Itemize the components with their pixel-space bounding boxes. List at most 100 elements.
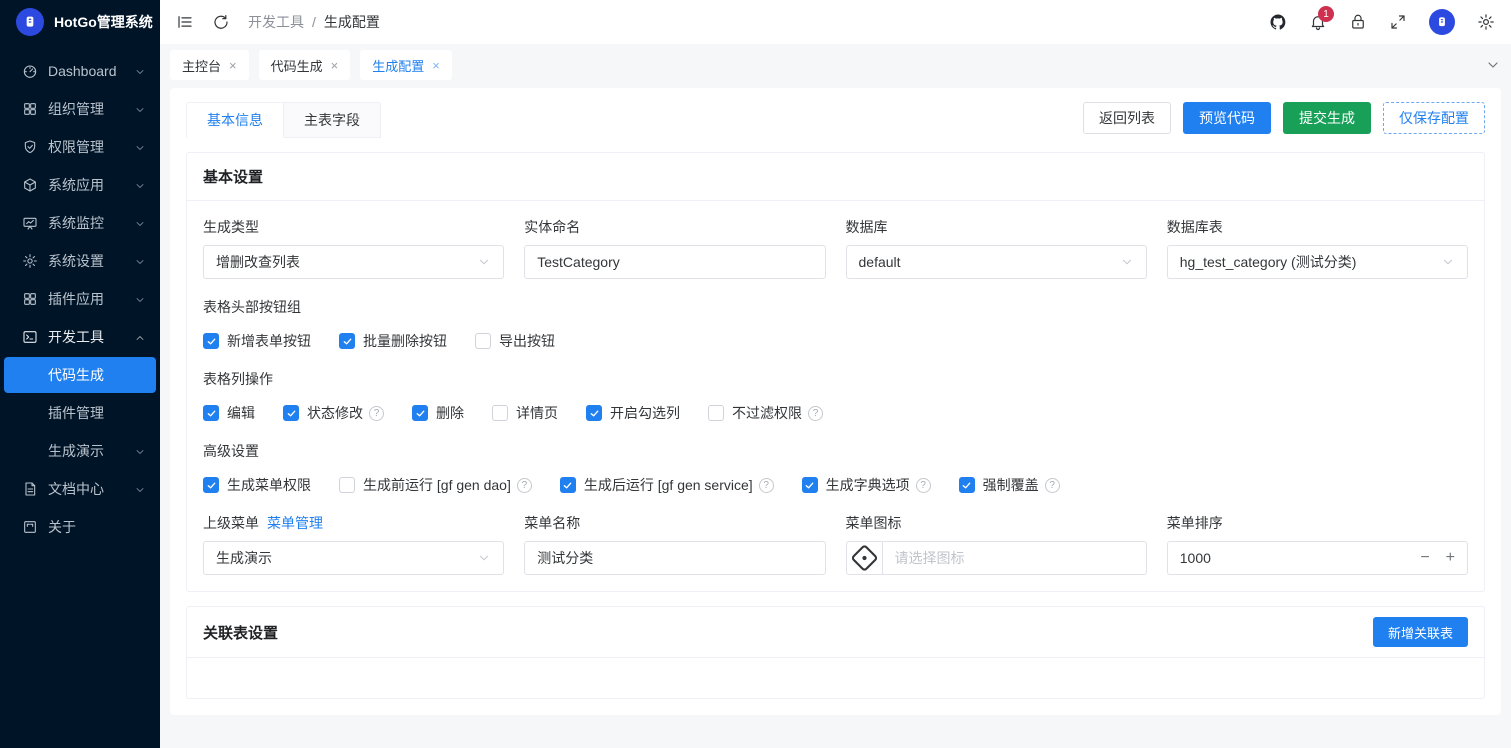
lock-icon[interactable]	[1349, 13, 1367, 31]
chevron-down-icon	[134, 103, 146, 115]
back-list-button[interactable]: 返回列表	[1083, 102, 1171, 134]
checkbox-force-overwrite[interactable]: 强制覆盖 ?	[959, 475, 1060, 495]
help-icon[interactable]: ?	[916, 478, 931, 493]
menu-icon-picker[interactable]: 请选择图标	[846, 541, 1147, 575]
checkbox-icon	[283, 405, 299, 421]
checkbox-detail-page[interactable]: 详情页	[492, 403, 558, 423]
settings-gear-icon[interactable]	[1477, 13, 1495, 31]
tab-console[interactable]: 主控台 ×	[170, 50, 249, 80]
menu-sort-input[interactable]	[1180, 550, 1260, 566]
refresh-icon[interactable]	[212, 13, 230, 31]
sidebar-item-permission[interactable]: 权限管理	[0, 128, 160, 166]
checkbox-run-after-gen[interactable]: 生成后运行 [gf gen service] ?	[560, 475, 774, 495]
sidebar-item-settings[interactable]: 系统设置	[0, 242, 160, 280]
field-menu-name: 菜单名称	[524, 513, 825, 575]
sidebar-item-plugin-manage[interactable]: 插件管理	[0, 394, 160, 432]
logo-icon	[16, 8, 44, 36]
config-tabs: 基本信息 主表字段	[186, 102, 381, 138]
sidebar-item-dashboard[interactable]: Dashboard	[0, 52, 160, 90]
collapse-menu-icon[interactable]	[176, 13, 194, 31]
checkbox-enable-selection[interactable]: 开启勾选列	[586, 403, 680, 423]
checkbox-icon	[586, 405, 602, 421]
gen-type-select[interactable]: 增删改查列表	[203, 245, 504, 279]
sidebar-item-monitor[interactable]: 系统监控	[0, 204, 160, 242]
sidebar-item-codegen[interactable]: 代码生成	[4, 357, 156, 393]
stepper-plus-button[interactable]: +	[1446, 549, 1455, 567]
section-title: 基本设置	[203, 166, 263, 187]
help-icon[interactable]: ?	[369, 406, 384, 421]
entity-name-input[interactable]	[537, 254, 812, 270]
tab-gen-config[interactable]: 生成配置 ×	[360, 50, 452, 80]
tab-main-fields[interactable]: 主表字段	[284, 102, 381, 138]
close-icon[interactable]: ×	[331, 58, 339, 73]
app-logo[interactable]: HotGo管理系统	[0, 0, 160, 44]
icon-picker-icon[interactable]	[847, 542, 883, 574]
chevron-down-icon	[1441, 255, 1455, 269]
main-area: 开发工具 / 生成配置 1 主控台 × 代码生成 ×	[160, 0, 1511, 748]
submit-generate-button[interactable]: 提交生成	[1283, 102, 1371, 134]
chevron-down-icon	[134, 179, 146, 191]
checkbox-batch-delete-button[interactable]: 批量删除按钮	[339, 331, 447, 351]
sidebar-item-plugins[interactable]: 插件应用	[0, 280, 160, 318]
basic-settings-section: 基本设置 生成类型 增删改查列表 实体命名	[186, 152, 1485, 592]
sidebar-item-org[interactable]: 组织管理	[0, 90, 160, 128]
gear-icon	[22, 253, 38, 269]
checkbox-add-form-button[interactable]: 新增表单按钮	[203, 331, 311, 351]
content-area: 基本信息 主表字段 返回列表 预览代码 提交生成 仅保存配置 基本设置	[160, 86, 1511, 748]
help-icon[interactable]: ?	[759, 478, 774, 493]
close-icon[interactable]: ×	[432, 58, 440, 73]
checkbox-gen-dict-options[interactable]: 生成字典选项 ?	[802, 475, 931, 495]
header-actions: 1	[1269, 9, 1495, 35]
menu-icon-placeholder: 请选择图标	[883, 548, 977, 568]
checkbox-status-modify[interactable]: 状态修改 ?	[283, 403, 384, 423]
group-label-header-buttons: 表格头部按钮组	[203, 297, 1468, 317]
breadcrumb: 开发工具 / 生成配置	[248, 12, 380, 32]
help-icon[interactable]: ?	[808, 406, 823, 421]
checkbox-icon	[959, 477, 975, 493]
chevron-down-icon	[134, 141, 146, 153]
notification-bell-icon[interactable]: 1	[1309, 13, 1327, 31]
sidebar-item-gen-demo[interactable]: 生成演示	[0, 432, 160, 470]
checkbox-run-before-gen[interactable]: 生成前运行 [gf gen dao] ?	[339, 475, 532, 495]
menu-manage-link[interactable]: 菜单管理	[267, 513, 323, 533]
chevron-down-icon	[134, 65, 146, 77]
org-grid-icon	[22, 101, 38, 117]
add-relation-table-button[interactable]: 新增关联表	[1373, 617, 1468, 647]
fullscreen-icon[interactable]	[1389, 13, 1407, 31]
checkbox-export-button[interactable]: 导出按钮	[475, 331, 555, 351]
top-header: 开发工具 / 生成配置 1	[160, 0, 1511, 44]
chevron-down-icon	[477, 255, 491, 269]
chevron-down-icon	[134, 217, 146, 229]
sidebar-item-docs[interactable]: 文档中心	[0, 470, 160, 508]
breadcrumb-current: 生成配置	[324, 12, 380, 32]
sidebar-item-sysapp[interactable]: 系统应用	[0, 166, 160, 204]
field-database: 数据库 default	[846, 217, 1147, 279]
close-icon[interactable]: ×	[229, 58, 237, 73]
menu-name-input[interactable]	[537, 550, 812, 566]
tab-codegen[interactable]: 代码生成 ×	[259, 50, 351, 80]
preview-code-button[interactable]: 预览代码	[1183, 102, 1271, 134]
database-select[interactable]: default	[846, 245, 1147, 279]
sidebar-item-about[interactable]: 关于	[0, 508, 160, 546]
help-icon[interactable]: ?	[517, 478, 532, 493]
user-avatar[interactable]	[1429, 9, 1455, 35]
checkbox-icon	[339, 477, 355, 493]
checkbox-gen-menu-permission[interactable]: 生成菜单权限	[203, 475, 311, 495]
checkbox-edit[interactable]: 编辑	[203, 403, 255, 423]
dashboard-icon	[22, 63, 38, 79]
save-config-button[interactable]: 仅保存配置	[1383, 102, 1485, 134]
chevron-down-icon[interactable]	[1485, 57, 1501, 73]
breadcrumb-parent[interactable]: 开发工具	[248, 12, 304, 32]
chevron-down-icon	[134, 293, 146, 305]
sidebar-item-devtools[interactable]: 开发工具	[0, 318, 160, 356]
tab-basic-info[interactable]: 基本信息	[186, 102, 284, 138]
parent-menu-select[interactable]: 生成演示	[203, 541, 504, 575]
stepper-minus-button[interactable]: −	[1420, 549, 1429, 567]
cube-icon	[22, 177, 38, 193]
checkbox-delete[interactable]: 删除	[412, 403, 464, 423]
db-table-select[interactable]: hg_test_category (测试分类)	[1167, 245, 1468, 279]
breadcrumb-separator: /	[312, 14, 316, 30]
help-icon[interactable]: ?	[1045, 478, 1060, 493]
checkbox-no-permission-filter[interactable]: 不过滤权限 ?	[708, 403, 823, 423]
github-icon[interactable]	[1269, 13, 1287, 31]
